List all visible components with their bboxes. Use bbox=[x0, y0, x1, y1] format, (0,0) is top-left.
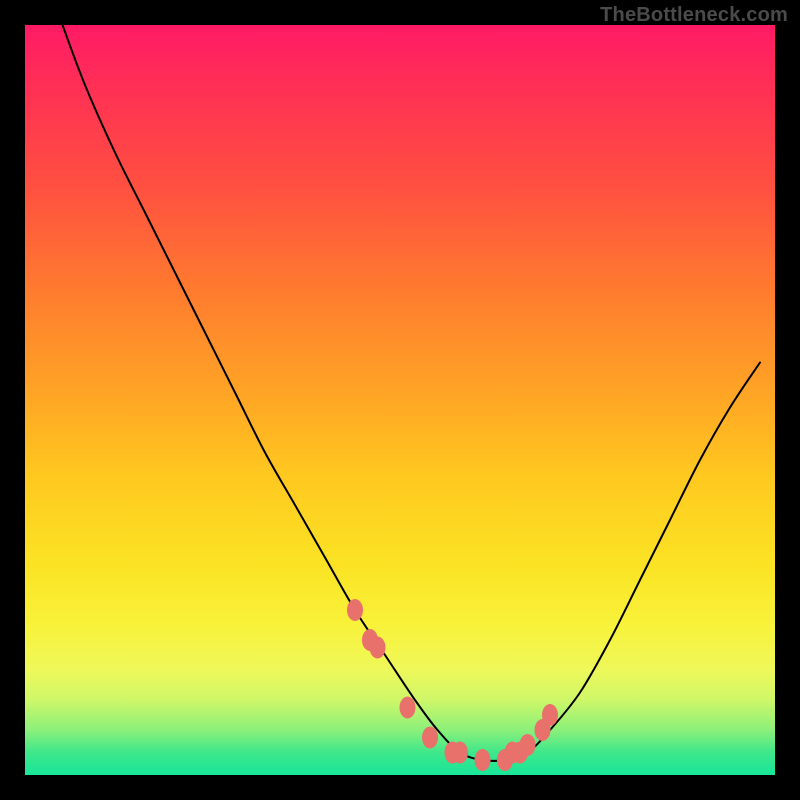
marker-point bbox=[452, 742, 468, 764]
bottleneck-curve bbox=[63, 25, 761, 761]
marker-point bbox=[400, 697, 416, 719]
chart-plot-area bbox=[25, 25, 775, 775]
marker-point bbox=[475, 749, 491, 771]
chart-stage: TheBottleneck.com bbox=[0, 0, 800, 800]
marker-point bbox=[422, 727, 438, 749]
marker-point bbox=[347, 599, 363, 621]
marker-point bbox=[542, 704, 558, 726]
chart-svg bbox=[25, 25, 775, 775]
watermark-text: TheBottleneck.com bbox=[600, 4, 788, 27]
marker-point bbox=[520, 734, 536, 756]
marker-point bbox=[370, 637, 386, 659]
marker-cluster bbox=[347, 599, 558, 771]
